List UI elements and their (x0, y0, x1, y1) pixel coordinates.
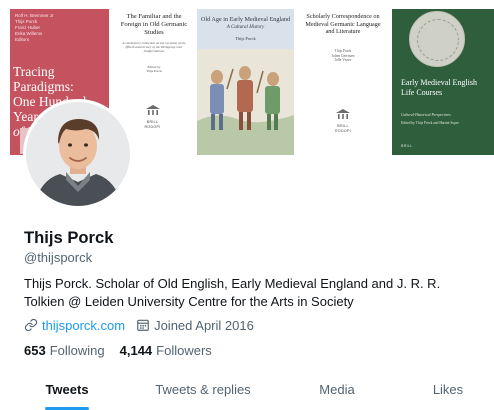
profile-tabs: Tweets Tweets & replies Media Likes (0, 368, 494, 410)
seal-illustration-icon (409, 11, 465, 67)
profile-handle: @thijsporck (24, 250, 93, 265)
publisher-name: BRILL (401, 144, 413, 148)
tab-label: Likes (432, 381, 464, 397)
calendar-icon (136, 318, 150, 332)
book-editor: Edited by Thijs Porck (146, 65, 162, 73)
tab-label: Tweets (45, 381, 89, 397)
follow-stats: 653 Following 4,144 Followers (24, 341, 227, 359)
tab-likes[interactable]: Likes (402, 368, 494, 410)
followers-label[interactable]: Followers (156, 343, 212, 358)
publisher-name: BRILL (337, 124, 349, 128)
book-editors: Edited by Thijs Porck and Harriet Soper (401, 121, 459, 125)
profile-meta: thijsporck.com Joined April 2016 (24, 316, 254, 334)
book-cover-old-age: Old Age in Early Medieval England A Cult… (197, 9, 294, 155)
tab-tweets-and-replies[interactable]: Tweets & replies (134, 368, 272, 410)
avatar[interactable] (23, 99, 133, 209)
avatar-photo-icon (26, 102, 130, 206)
book-subtitle: Cultural-Historical Perspectives (401, 113, 451, 117)
publisher-name: BRILL (146, 120, 159, 124)
book-title: The Familiar and the Foreign in Old Germ… (120, 13, 188, 36)
book-editors: Thijs Porck Jolien Gerritsen Jelle Visse… (331, 49, 355, 63)
tab-label: Media (319, 381, 355, 397)
book-authors: Rolf H. Bremmer Jr Thijs Porck Franz Hub… (15, 13, 54, 42)
brill-logo-icon (146, 105, 160, 115)
manuscript-illustration-icon (197, 49, 294, 155)
tab-label: Tweets & replies (155, 381, 251, 397)
following-count[interactable]: 653 (24, 343, 46, 358)
book-cover-scholarly-correspondence: Scholarly Correspondence on Medieval Ger… (301, 9, 385, 155)
book-title: Early Medieval English Life Courses (401, 78, 477, 97)
book-subtitle: A celebratory collection on the occasion… (122, 41, 186, 54)
joined-date: Joined April 2016 (154, 317, 254, 333)
tab-tweets[interactable]: Tweets (0, 368, 134, 410)
tab-media[interactable]: Media (272, 368, 402, 410)
publisher-name-2: RODOPI (335, 129, 351, 133)
profile-bio: Thijs Porck. Scholar of Old English, Ear… (24, 276, 441, 309)
book-title: Old Age in Early Medieval England A Cult… (200, 16, 291, 41)
book-title: Scholarly Correspondence on Medieval Ger… (305, 13, 381, 36)
followers-count[interactable]: 4,144 (120, 343, 153, 358)
website-link[interactable]: thijsporck.com (42, 318, 125, 333)
book-cover-life-courses: Early Medieval English Life Courses Cult… (392, 9, 494, 155)
link-icon (24, 318, 38, 332)
profile-name: Thijs Porck (24, 228, 114, 247)
brill-logo-icon (336, 109, 350, 119)
following-label[interactable]: Following (50, 343, 105, 358)
